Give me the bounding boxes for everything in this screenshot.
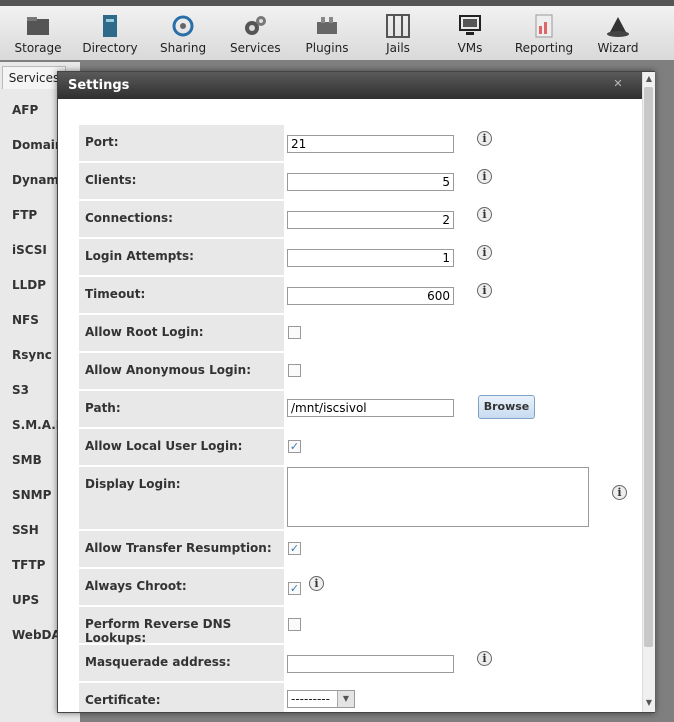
info-icon[interactable]: i	[477, 169, 492, 184]
info-icon[interactable]: i	[309, 576, 324, 591]
close-icon[interactable]: ✕	[612, 78, 624, 90]
service-item[interactable]: LLDP	[12, 278, 46, 292]
service-item[interactable]: Dynami	[12, 173, 63, 187]
service-item[interactable]: Domain	[12, 138, 63, 152]
info-icon[interactable]: i	[477, 245, 492, 260]
service-item[interactable]: Rsync	[12, 348, 52, 362]
service-item[interactable]: AFP	[12, 103, 38, 117]
info-icon[interactable]: i	[612, 485, 627, 500]
info-icon[interactable]: i	[477, 283, 492, 298]
toolbar-wizard-label: Wizard	[597, 41, 639, 55]
vms-icon	[459, 15, 481, 35]
service-item[interactable]: WebDA	[12, 628, 61, 642]
display-login-textarea[interactable]	[287, 467, 589, 527]
services-icon	[245, 16, 266, 35]
connections-input[interactable]	[287, 211, 454, 229]
clients-label: Clients:	[79, 163, 284, 199]
service-item[interactable]: S3	[12, 383, 29, 397]
service-item[interactable]: iSCSI	[12, 243, 47, 257]
toolbar-plugins[interactable]: Plugins	[304, 12, 350, 62]
directory-icon	[103, 15, 117, 37]
reverse-dns-checkbox[interactable]	[288, 618, 301, 631]
settings-dialog: Settings ✕ Port: i Clients: i Connection…	[57, 71, 655, 713]
login-attempts-input[interactable]	[287, 249, 454, 267]
info-icon[interactable]: i	[477, 131, 492, 146]
info-icon[interactable]: i	[477, 207, 492, 222]
service-item[interactable]: SMB	[12, 453, 42, 467]
plugins-icon	[317, 17, 337, 34]
browse-button[interactable]: Browse	[478, 395, 535, 419]
info-icon[interactable]: i	[477, 651, 492, 666]
toolbar-reporting-label: Reporting	[514, 41, 574, 55]
toolbar-directory-label: Directory	[82, 41, 138, 55]
toolbar-jails[interactable]: Jails	[380, 12, 416, 62]
connections-label: Connections:	[79, 201, 284, 237]
certificate-label: Certificate:	[79, 683, 284, 712]
toolbar-sharing[interactable]: Sharing	[160, 12, 206, 62]
scroll-up-icon[interactable]: ▲	[643, 74, 655, 84]
allow-local-user-login-label: Allow Local User Login:	[79, 429, 284, 465]
masquerade-address-input[interactable]	[287, 655, 454, 673]
toolbar-jails-label: Jails	[386, 41, 410, 55]
timeout-label: Timeout:	[79, 277, 284, 313]
toolbar-storage[interactable]: Storage	[14, 12, 62, 62]
toolbar-sharing-label: Sharing	[160, 41, 207, 55]
toolbar-vms-label: VMs	[457, 41, 483, 55]
always-chroot-checkbox[interactable]: ✓	[288, 582, 301, 595]
allow-local-user-login-checkbox[interactable]: ✓	[288, 440, 301, 453]
display-login-label: Display Login:	[79, 467, 284, 529]
jails-icon	[386, 14, 410, 38]
allow-root-login-checkbox[interactable]	[288, 326, 301, 339]
scrollbar-thumb[interactable]	[644, 87, 653, 647]
allow-anonymous-login-checkbox[interactable]	[288, 364, 301, 377]
certificate-select[interactable]: --------- ▼	[287, 690, 355, 708]
toolbar-plugins-label: Plugins	[305, 41, 349, 55]
always-chroot-label: Always Chroot:	[79, 569, 284, 605]
port-label: Port:	[79, 125, 284, 161]
toolbar-services-label: Services	[230, 41, 281, 55]
sharing-icon	[172, 15, 194, 37]
storage-icon	[27, 17, 49, 35]
reverse-dns-label: Perform Reverse DNS Lookups:	[79, 607, 284, 645]
allow-root-login-label: Allow Root Login:	[79, 315, 284, 351]
chevron-down-icon: ▼	[337, 691, 354, 707]
service-item[interactable]: TFTP	[12, 558, 45, 572]
path-input[interactable]	[287, 399, 454, 417]
toolbar-vms[interactable]: VMs	[452, 12, 488, 62]
login-attempts-label: Login Attempts:	[79, 239, 284, 275]
top-toolbar: Storage Directory Sharing Services Plugi…	[0, 0, 674, 60]
toolbar-storage-label: Storage	[14, 41, 62, 55]
toolbar-reporting[interactable]: Reporting	[514, 12, 574, 62]
service-item[interactable]: SNMP	[12, 488, 51, 502]
allow-anonymous-login-label: Allow Anonymous Login:	[79, 353, 284, 389]
clients-input[interactable]	[287, 173, 454, 191]
dialog-title: Settings	[58, 72, 654, 99]
timeout-input[interactable]	[287, 287, 454, 305]
wizard-icon	[607, 17, 629, 37]
port-input[interactable]	[287, 135, 454, 153]
allow-transfer-resumption-checkbox[interactable]: ✓	[288, 542, 301, 555]
scroll-down-icon[interactable]: ▼	[643, 698, 655, 708]
masquerade-address-label: Masquerade address:	[79, 645, 284, 681]
service-item[interactable]: FTP	[12, 208, 37, 222]
toolbar-directory[interactable]: Directory	[82, 12, 138, 62]
service-item[interactable]: SSH	[12, 523, 39, 537]
allow-transfer-resumption-label: Allow Transfer Resumption:	[79, 531, 284, 567]
certificate-select-value: ---------	[291, 692, 330, 706]
service-item[interactable]: UPS	[12, 593, 39, 607]
reporting-icon	[535, 14, 553, 38]
toolbar-services[interactable]: Services	[230, 12, 281, 62]
dialog-scrollbar[interactable]: ▲ ▼	[642, 72, 655, 712]
toolbar-wizard[interactable]: Wizard	[596, 12, 640, 62]
service-item[interactable]: NFS	[12, 313, 39, 327]
path-label: Path:	[79, 391, 284, 427]
